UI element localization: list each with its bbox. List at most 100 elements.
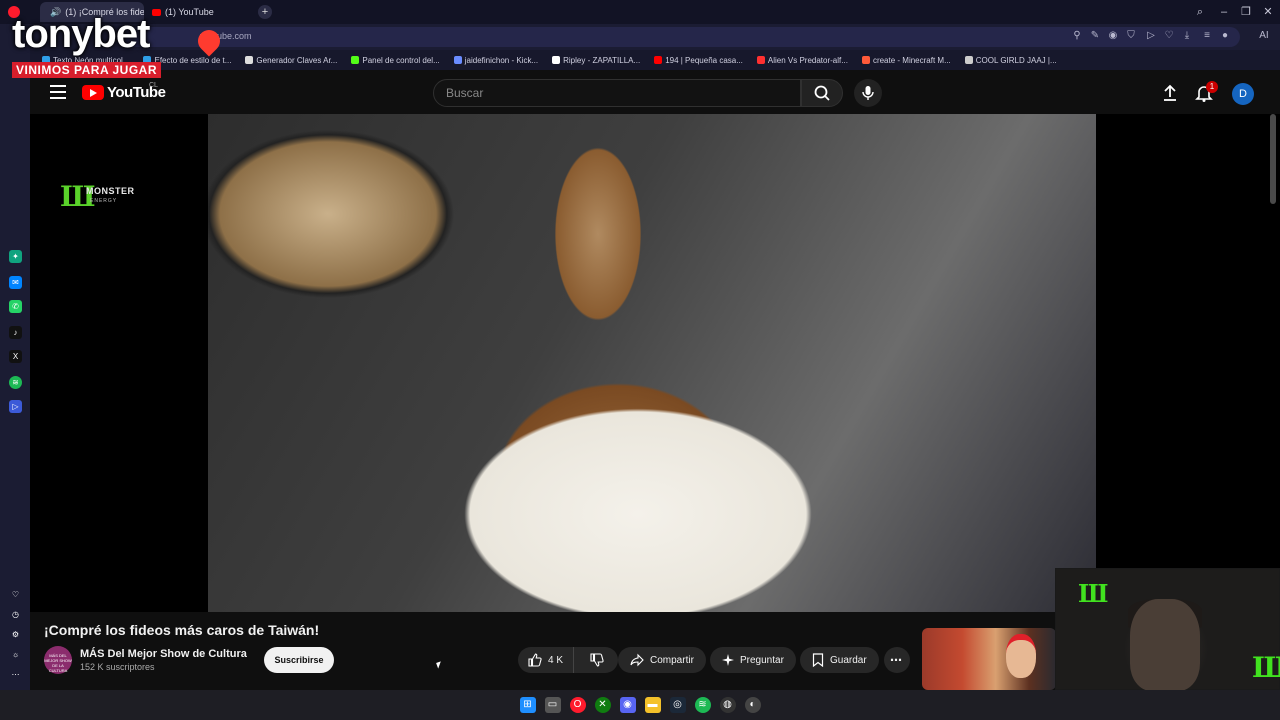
sparkle-icon xyxy=(722,654,734,666)
camera-icon[interactable]: ◉ xyxy=(1106,29,1120,43)
restore-button[interactable]: ❐ xyxy=(1238,4,1254,20)
windows-start-icon[interactable]: ⊞ xyxy=(519,697,536,713)
history-icon[interactable]: ◷ xyxy=(9,608,22,621)
recommended-video-thumbnail[interactable] xyxy=(922,628,1056,690)
video-player[interactable]: Ш MONSTER ENERGY xyxy=(30,114,1280,612)
bookmark-favicon-icon xyxy=(552,56,561,64)
settings-icon[interactable]: ⚙ xyxy=(9,628,22,641)
like-button[interactable]: 4 K xyxy=(518,647,575,673)
monster-logo: Ш MONSTER ENERGY xyxy=(60,180,135,213)
save-button[interactable]: Guardar xyxy=(800,647,879,673)
bookmark-label: COOL GIRLD JAAJ |... xyxy=(975,55,1057,65)
ai-button[interactable]: AI xyxy=(1252,29,1276,43)
edit-icon[interactable]: ✎ xyxy=(1088,29,1102,43)
channel-name[interactable]: MÁS Del Mejor Show de Cultura xyxy=(80,648,247,660)
streamer-webcam: Ш Ш xyxy=(1055,568,1280,691)
bookmark-icon xyxy=(812,653,824,667)
file-explorer-icon[interactable]: ▬ xyxy=(644,697,661,713)
player-icon[interactable]: ▷ xyxy=(9,400,22,413)
subscribe-button[interactable]: Suscribirse xyxy=(264,647,334,673)
monster-claw-icon: Ш xyxy=(60,180,96,213)
heart-icon[interactable]: ♡ xyxy=(9,588,22,601)
heart-icon[interactable]: ♡ xyxy=(1162,29,1176,43)
bookmark-label: jaidefinichon - Kick... xyxy=(464,55,539,65)
bookmark-label: Alien Vs Predator-alf... xyxy=(767,55,848,65)
app-icon[interactable]: ◐ xyxy=(744,697,761,713)
xbox-icon[interactable]: ✕ xyxy=(594,697,611,713)
whatsapp-icon[interactable]: ✆ xyxy=(9,300,22,313)
play-icon[interactable]: ▷ xyxy=(1144,29,1158,43)
tab-search-icon[interactable]: ⌕ xyxy=(1192,4,1208,20)
shield-icon[interactable]: ⛉ xyxy=(1124,29,1138,43)
bookmark-favicon-icon xyxy=(453,56,462,64)
thumbs-up-icon xyxy=(528,653,542,667)
bookmark-favicon-icon xyxy=(245,56,254,64)
notification-badge: 1 xyxy=(1206,81,1218,93)
lightbulb-icon[interactable]: ☼ xyxy=(9,648,22,661)
bookmark-item[interactable]: Generador Claves Ar... xyxy=(245,56,337,65)
profile-icon[interactable]: ● xyxy=(1218,29,1232,43)
country-code: CL xyxy=(149,82,158,89)
share-icon xyxy=(630,653,644,667)
steam-icon[interactable]: ◎ xyxy=(669,697,686,713)
windows-taskbar: ⊞ ▭ O ✕ ◉ ▬ ◎ ≋ ◍ ◐ xyxy=(0,690,1280,720)
bookmark-item[interactable]: jaidefinichon - Kick... xyxy=(453,55,539,65)
microphone-icon xyxy=(862,86,874,100)
like-dislike-group: 4 K xyxy=(518,647,618,673)
channel-avatar[interactable]: MÁS DEL MEJOR SHOW DE LA CULTURA xyxy=(44,646,72,674)
bookmark-label: 194 | Pequeña casa... xyxy=(665,55,743,65)
spotify-icon[interactable]: ≋ xyxy=(9,376,22,389)
flame-icon xyxy=(193,25,225,57)
more-icon[interactable]: ⋯ xyxy=(9,668,22,681)
task-view-icon[interactable]: ▭ xyxy=(544,697,561,713)
tiktok-icon[interactable]: ♪ xyxy=(9,326,22,339)
bookmark-item[interactable]: Ripley - ZAPATILLA... xyxy=(552,56,640,65)
bookmark-label: Ripley - ZAPATILLA... xyxy=(563,55,641,65)
ask-button[interactable]: Preguntar xyxy=(710,647,796,673)
bookmark-item[interactable]: create - Minecraft M... xyxy=(861,55,951,65)
subscriber-count: 152 K suscriptores xyxy=(80,662,155,672)
overlay-slogan: VINIMOS PARA JUGAR xyxy=(12,62,162,78)
bookmark-item[interactable]: Panel de control del... xyxy=(351,55,440,65)
bookmark-item[interactable]: 194 | Pequeña casa... xyxy=(654,56,743,65)
bookmark-label: Generador Claves Ar... xyxy=(256,55,338,65)
thumbs-down-icon xyxy=(590,653,604,667)
more-actions-button[interactable]: ⋯ xyxy=(884,647,910,673)
bookmark-item[interactable]: Alien Vs Predator-alf... xyxy=(756,55,848,65)
opera-gx-icon[interactable]: O xyxy=(569,697,586,713)
obs-icon[interactable]: ◍ xyxy=(719,697,736,713)
spotify-icon[interactable]: ≋ xyxy=(694,697,711,713)
bookmark-favicon-icon xyxy=(756,56,765,64)
share-button[interactable]: Compartir xyxy=(618,647,706,673)
bookmark-label: Panel de control del... xyxy=(362,55,440,65)
bookmark-favicon-icon xyxy=(964,56,973,64)
close-button[interactable]: ✕ xyxy=(1260,4,1276,20)
messenger-icon[interactable]: ✉ xyxy=(9,276,22,289)
upload-icon[interactable] xyxy=(1160,83,1180,103)
discord-icon[interactable]: ◉ xyxy=(619,697,636,713)
monster-can-icon: Ш xyxy=(1252,651,1280,684)
video-frame[interactable] xyxy=(208,114,1096,612)
new-tab-button[interactable]: + xyxy=(258,5,272,19)
video-title: ¡Compré los fideos más caros de Taiwán! xyxy=(44,622,320,638)
minimize-button[interactable]: – xyxy=(1216,4,1232,20)
more-icon: ⋯ xyxy=(890,653,902,667)
zoom-icon[interactable]: ⚲ xyxy=(1070,29,1084,43)
x-icon[interactable]: X xyxy=(9,350,22,363)
download-icon[interactable]: ⤓ xyxy=(1180,29,1194,43)
dislike-button[interactable] xyxy=(580,647,614,673)
search-button[interactable] xyxy=(801,79,843,107)
search-input[interactable]: Buscar xyxy=(433,79,801,107)
bookmark-favicon-icon xyxy=(654,56,663,64)
voice-search-button[interactable] xyxy=(854,79,882,107)
chatgpt-icon[interactable]: ✦ xyxy=(9,250,22,263)
bookmark-favicon-icon xyxy=(351,56,360,64)
menu-icon[interactable]: ≡ xyxy=(1200,29,1214,43)
account-avatar[interactable]: D xyxy=(1232,83,1254,105)
search-icon xyxy=(814,85,830,101)
hamburger-menu-icon[interactable] xyxy=(50,85,66,99)
youtube-play-icon xyxy=(82,85,104,100)
bookmark-label: create - Minecraft M... xyxy=(872,55,951,65)
bookmark-item[interactable]: COOL GIRLD JAAJ |... xyxy=(964,55,1057,65)
page-scrollbar[interactable] xyxy=(1270,114,1276,204)
